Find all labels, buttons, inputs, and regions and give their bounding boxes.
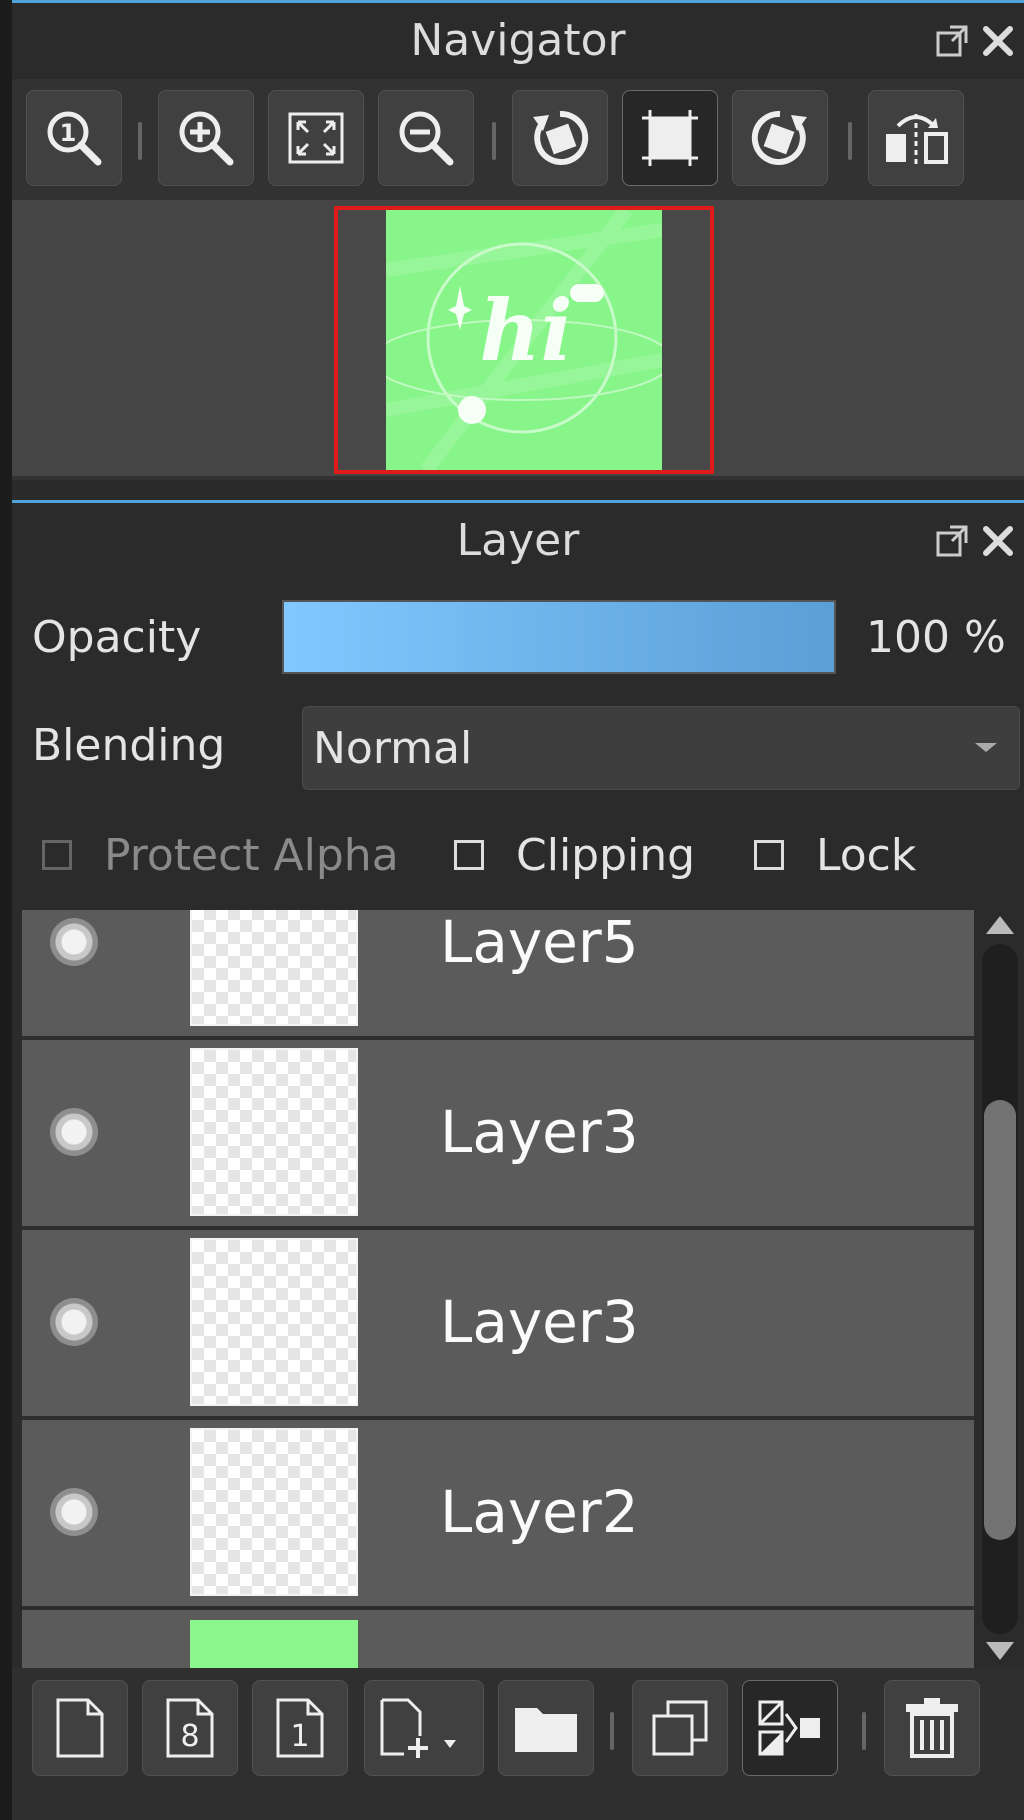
reset-rotation-icon [638, 106, 702, 170]
add-layer-menu-button[interactable] [364, 1680, 484, 1776]
fit-to-window-button[interactable] [268, 90, 364, 186]
lock-checkbox[interactable] [754, 840, 784, 870]
flip-horizontal-button[interactable] [868, 90, 964, 186]
chevron-down-icon [975, 743, 997, 752]
new-8bit-layer-icon: 8 [162, 1696, 218, 1760]
blending-select[interactable]: Normal [302, 706, 1020, 790]
new-1bit-layer-button[interactable]: 1 [252, 1680, 348, 1776]
navigator-title: Navigator [410, 15, 626, 66]
zoom-actual-size-icon: 1 [42, 106, 106, 170]
toolbar-separator [848, 122, 852, 160]
toolbar-separator [610, 1712, 614, 1750]
reset-rotation-button[interactable] [622, 90, 718, 186]
svg-text:1: 1 [60, 119, 77, 147]
protect-alpha-label: Protect Alpha [104, 830, 399, 881]
canvas-thumbnail: hi [386, 210, 662, 470]
opacity-slider[interactable] [282, 600, 836, 674]
merge-down-button[interactable] [742, 1680, 838, 1776]
close-icon[interactable] [978, 21, 1018, 61]
new-folder-button[interactable] [498, 1680, 594, 1776]
layer-thumbnail [190, 1048, 358, 1216]
layer-row[interactable]: Layer5 [22, 910, 974, 1040]
rotate-right-button[interactable] [732, 90, 828, 186]
layer-toolbar: 8 1 [12, 1668, 1024, 1820]
zoom-actual-size-button[interactable]: 1 [26, 90, 122, 186]
new-8bit-layer-button[interactable]: 8 [142, 1680, 238, 1776]
navigator-toolbar: 1 [12, 82, 1024, 194]
navigator-titlebar: Navigator [12, 3, 1024, 79]
delete-layer-icon [900, 1696, 964, 1760]
svg-text:8: 8 [180, 1719, 199, 1754]
toolbar-separator [862, 1712, 866, 1750]
rotate-left-icon [525, 103, 595, 173]
fit-to-window-icon [284, 106, 348, 170]
layer-panel: Layer Opacity 100 % Blending Normal Prot… [12, 500, 1024, 1820]
layer-thumbnail [190, 1238, 358, 1406]
svg-text:hi: hi [480, 281, 573, 380]
svg-text:1: 1 [290, 1719, 309, 1754]
scroll-up-icon[interactable] [986, 916, 1014, 934]
zoom-in-button[interactable] [158, 90, 254, 186]
blending-value: Normal [313, 723, 473, 774]
flip-horizontal-icon [880, 106, 952, 170]
popout-icon[interactable] [932, 21, 972, 61]
new-1bit-layer-icon: 1 [272, 1696, 328, 1760]
layer-row[interactable] [22, 1610, 974, 1668]
add-layer-menu-icon [374, 1696, 474, 1760]
layer-row[interactable]: Layer2 [22, 1420, 974, 1610]
merge-down-icon [754, 1696, 826, 1760]
clipping-label: Clipping [516, 830, 696, 881]
visibility-toggle-icon[interactable] [50, 1108, 98, 1156]
layer-titlebar: Layer [12, 503, 1024, 579]
duplicate-layer-icon [648, 1696, 712, 1760]
lock-label: Lock [816, 830, 917, 881]
delete-layer-button[interactable] [884, 1680, 980, 1776]
rotate-right-icon [745, 103, 815, 173]
new-layer-icon [52, 1696, 108, 1760]
layer-thumbnail [190, 910, 358, 1026]
close-icon[interactable] [978, 521, 1018, 561]
opacity-value: 100 % [866, 612, 1006, 663]
layer-row[interactable]: Layer3 [22, 1230, 974, 1420]
layer-thumbnail [190, 1620, 358, 1668]
visibility-toggle-icon[interactable] [50, 918, 98, 966]
layer-name: Layer3 [440, 1098, 639, 1166]
scroll-down-icon[interactable] [986, 1642, 1014, 1660]
layer-title: Layer [456, 515, 580, 566]
viewport-frame[interactable]: hi [334, 206, 714, 474]
duplicate-layer-button[interactable] [632, 1680, 728, 1776]
popout-icon[interactable] [932, 521, 972, 561]
layer-name: Layer5 [440, 910, 639, 976]
visibility-toggle-icon[interactable] [50, 1298, 98, 1346]
layer-list-scrollbar[interactable] [978, 910, 1022, 1668]
layer-thumbnail [190, 1428, 358, 1596]
opacity-label: Opacity [32, 612, 202, 663]
new-folder-icon [511, 1700, 581, 1756]
toolbar-separator [492, 122, 496, 160]
layer-row[interactable]: Layer3 [22, 1040, 974, 1230]
layer-name: Layer3 [440, 1288, 639, 1356]
layer-name: Layer2 [440, 1478, 639, 1546]
window-left-edge [0, 0, 12, 1820]
toolbar-separator [138, 122, 142, 160]
clipping-checkbox[interactable] [454, 840, 484, 870]
navigator-panel: Navigator 1 hi [12, 0, 1024, 480]
rotate-left-button[interactable] [512, 90, 608, 186]
new-layer-button[interactable] [32, 1680, 128, 1776]
blending-label: Blending [32, 720, 226, 771]
zoom-out-button[interactable] [378, 90, 474, 186]
zoom-in-icon [174, 106, 238, 170]
layer-list: Layer5 Layer3 Layer3 Layer2 [22, 910, 974, 1668]
protect-alpha-checkbox[interactable] [42, 840, 72, 870]
navigator-preview[interactable]: hi [12, 200, 1024, 476]
scroll-thumb[interactable] [984, 1100, 1016, 1540]
zoom-out-icon [394, 106, 458, 170]
visibility-toggle-icon[interactable] [50, 1488, 98, 1536]
